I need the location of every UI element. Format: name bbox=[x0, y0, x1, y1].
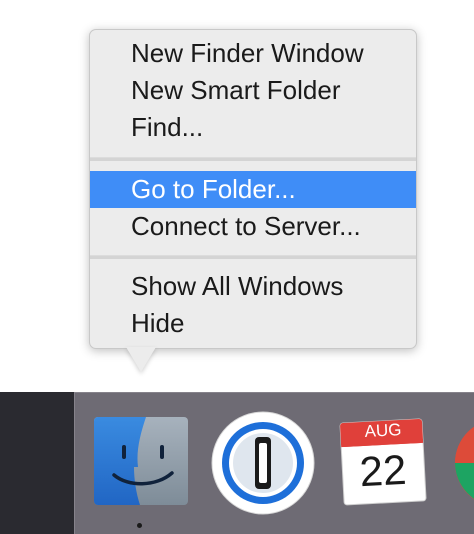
menu-item-find[interactable]: Find... bbox=[90, 109, 416, 146]
menu-item-go-to-folder[interactable]: Go to Folder... bbox=[90, 171, 416, 208]
menu-item-hide[interactable]: Hide bbox=[90, 305, 416, 342]
1password-icon[interactable] bbox=[211, 411, 315, 515]
menu-item-new-smart-folder[interactable]: New Smart Folder bbox=[90, 72, 416, 109]
menu-item-new-finder-window[interactable]: New Finder Window bbox=[90, 35, 416, 72]
dock-context-menu: New Finder Window New Smart Folder Find.… bbox=[89, 29, 417, 349]
menu-item-show-all-windows[interactable]: Show All Windows bbox=[90, 268, 416, 305]
finder-icon[interactable] bbox=[94, 417, 188, 505]
desktop-dark-area bbox=[0, 392, 74, 534]
menu-pointer bbox=[126, 347, 156, 372]
calendar-icon[interactable]: AUG 22 bbox=[334, 413, 430, 509]
menu-separator bbox=[90, 157, 416, 161]
menu-separator bbox=[90, 255, 416, 259]
menu-item-connect-to-server[interactable]: Connect to Server... bbox=[90, 208, 416, 245]
calendar-month: AUG bbox=[364, 420, 402, 441]
running-indicator bbox=[137, 523, 142, 528]
chrome-icon[interactable] bbox=[454, 418, 474, 508]
calendar-day: 22 bbox=[358, 445, 408, 496]
